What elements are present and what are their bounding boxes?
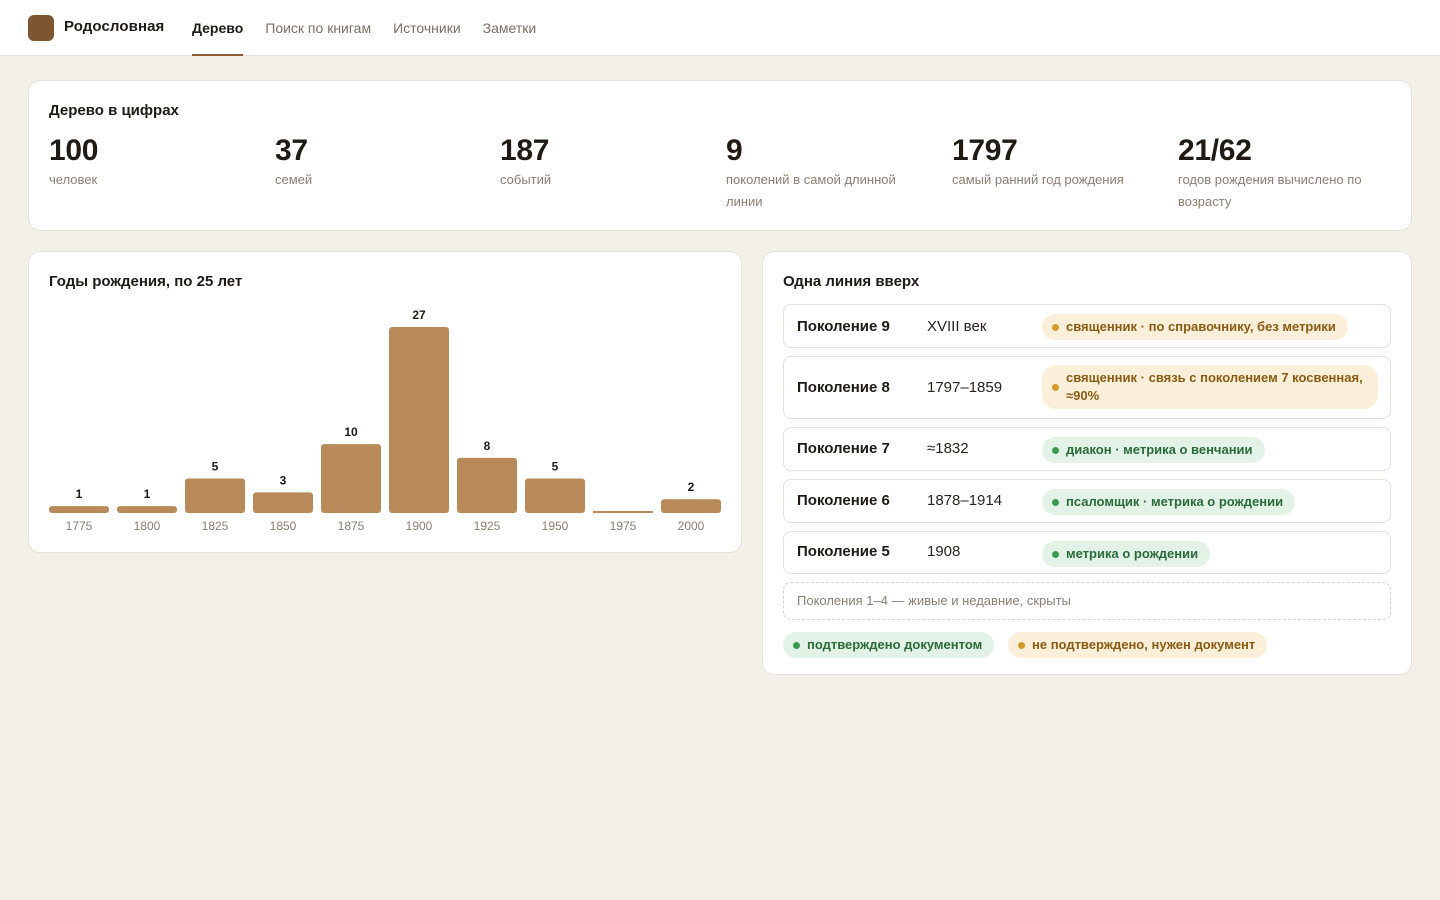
generation-row[interactable]: Поколение 8 1797–1859 священник · связь … [783, 356, 1391, 419]
bar-value-label: 10 [344, 425, 358, 439]
stats-title: Дерево в цифрах [49, 102, 179, 119]
stat-value: 100 [49, 134, 99, 167]
legend-confirmed: подтверждено документом [783, 632, 995, 658]
generation-row[interactable]: Поколение 5 1908 метрика о рождении [783, 531, 1391, 574]
generation-years: 1878–1914 [927, 492, 1003, 509]
bar-value-label: 5 [212, 460, 219, 474]
stat-events: 187 событий [500, 133, 690, 191]
bar-1950[interactable] [525, 478, 585, 513]
stat-value: 1797 [952, 134, 1018, 167]
generation-row[interactable]: Поколение 9 XVIII век священник · по спр… [783, 304, 1391, 348]
bar-1975[interactable] [593, 511, 653, 513]
x-tick-label: 2000 [678, 519, 705, 533]
nav-tab-book-search[interactable]: Поиск по книгам [265, 0, 371, 56]
top-nav-bar: Родословная Дерево Поиск по книгам Источ… [0, 0, 1440, 56]
nav-tab-sources[interactable]: Источники [393, 0, 461, 56]
bar-value-label: 27 [412, 308, 426, 322]
x-tick-label: 1975 [610, 519, 637, 533]
stat-value: 187 [500, 134, 550, 167]
stat-families: 37 семей [275, 133, 465, 191]
bar-1825[interactable] [185, 478, 245, 513]
bar-value-label: 8 [484, 439, 491, 453]
stat-label: поколений в самой длинной линии [726, 172, 896, 209]
bar-value-label: 3 [280, 473, 287, 487]
legend-unconfirmed: не подтверждено, нужен документ [1008, 632, 1268, 658]
status-badge: псаломщик · метрика о рождении [1042, 489, 1296, 515]
x-tick-label: 1825 [202, 519, 229, 533]
stat-generations: 9 поколений в самой длинной линии [726, 133, 916, 213]
generation-years: XVIII век [927, 318, 987, 335]
bar-value-label: 2 [688, 480, 695, 494]
stat-value: 9 [726, 134, 743, 167]
x-tick-label: 1775 [66, 519, 93, 533]
hidden-generations-note: Поколения 1–4 — живые и недавние, скрыты [783, 582, 1391, 620]
stat-label: семей [275, 172, 313, 187]
bar-value-label: 1 [144, 487, 151, 501]
generation-years: ≈1832 [927, 440, 969, 457]
bar-value-label: 5 [552, 460, 559, 474]
generation-name: Поколение 8 [797, 379, 890, 396]
x-tick-label: 1925 [474, 519, 501, 533]
nav-tab-notes[interactable]: Заметки [483, 0, 537, 56]
x-tick-label: 1850 [270, 519, 297, 533]
status-badge: метрика о рождении [1042, 541, 1211, 567]
bar-1925[interactable] [457, 457, 517, 513]
generation-name: Поколение 6 [797, 492, 890, 509]
generation-name: Поколение 7 [797, 440, 890, 457]
bar-1900[interactable] [389, 327, 449, 513]
generation-row[interactable]: Поколение 6 1878–1914 псаломщик · метрик… [783, 479, 1391, 523]
stats-card: Дерево в цифрах 100 человек 37 семей 187… [28, 80, 1412, 231]
generation-years: 1797–1859 [927, 379, 1003, 396]
status-badge: священник · по справочнику, без метрики [1042, 314, 1348, 340]
brand-name: Родословная [64, 18, 165, 35]
generation-name: Поколение 9 [797, 318, 890, 335]
nav-tab-tree[interactable]: Дерево [192, 0, 244, 56]
lineage-title: Одна линия вверх [783, 273, 920, 290]
stat-value: 37 [275, 134, 308, 167]
stat-label: человек [49, 172, 98, 187]
generation-row[interactable]: Поколение 7 ≈1832 диакон · метрика о вен… [783, 427, 1391, 471]
x-tick-label: 1800 [134, 519, 161, 533]
x-tick-label: 1875 [338, 519, 365, 533]
status-badge: диакон · метрика о венчании [1042, 437, 1265, 463]
stat-value: 21/62 [1178, 134, 1252, 167]
stat-label: событий [500, 172, 552, 187]
stat-label: самый ранний год рождения [952, 172, 1124, 187]
stat-computed-years: 21/62 годов рождения вычислено по возрас… [1178, 133, 1368, 213]
generation-name: Поколение 5 [797, 543, 890, 560]
status-badge: священник · связь с поколением 7 косвенн… [1042, 365, 1378, 409]
x-tick-label: 1900 [406, 519, 433, 533]
bar-2000[interactable] [661, 499, 721, 513]
bar-1800[interactable] [117, 506, 177, 513]
stat-people: 100 человек [49, 133, 239, 191]
bar-1850[interactable] [253, 492, 313, 513]
stat-label: годов рождения вычислено по возрасту [1178, 172, 1362, 209]
birth-years-chart-card: Годы рождения, по 25 лет 1 1775 1 1800 5 1825… [28, 251, 742, 553]
birth-years-bar-chart: 1 1775 1 1800 5 1825 3 1850 10 1875 27 1900 8 1925 5 19… [49, 308, 721, 533]
stat-earliest-year: 1797 самый ранний год рождения [952, 133, 1142, 191]
bar-value-label: 1 [76, 487, 83, 501]
logo-icon [28, 15, 54, 41]
x-tick-label: 1950 [542, 519, 569, 533]
generation-years: 1908 [927, 543, 961, 560]
bar-1875[interactable] [321, 444, 381, 513]
bar-1775[interactable] [49, 506, 109, 513]
lineage-card: Одна линия вверх Поколение 9 XVIII век с… [762, 251, 1412, 675]
main-nav: Дерево Поиск по книгам Источники Заметки [192, 0, 558, 56]
